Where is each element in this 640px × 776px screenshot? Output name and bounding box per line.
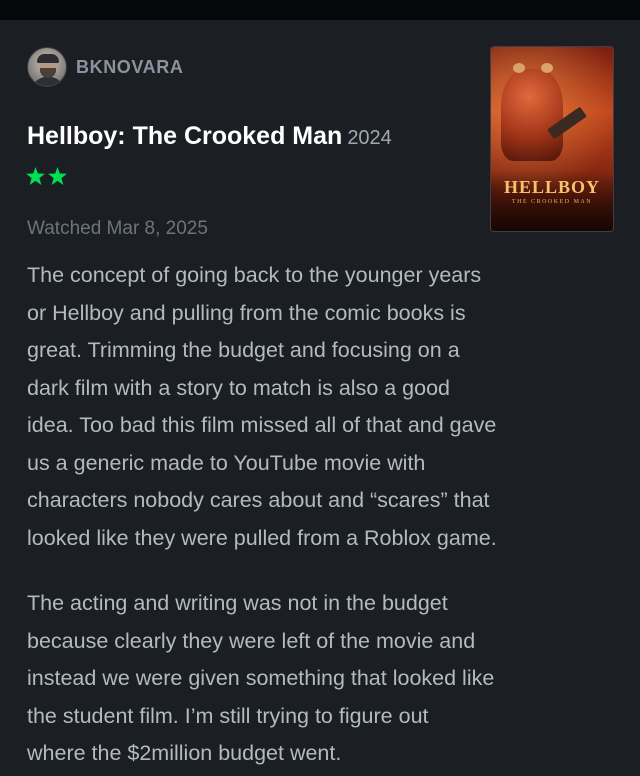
avatar[interactable] <box>27 47 67 87</box>
review-text-line: where the $2million budget went. <box>27 741 342 765</box>
film-year[interactable]: 2024 <box>347 127 392 149</box>
username[interactable]: BKNOVARA <box>76 57 183 78</box>
film-poster[interactable]: HELLBOY THE CROOKED MAN <box>490 46 614 232</box>
film-heading[interactable]: Hellboy: The Crooked Man 2024 <box>27 122 392 151</box>
poster-tagline: THE CROOKED MAN <box>511 199 593 205</box>
review-text-line: idea. Too bad this film missed all of th… <box>27 413 497 437</box>
review-paragraph-1: The concept of going back to the younger… <box>27 257 627 557</box>
review-text-line: The concept of going back to the younger… <box>27 263 482 287</box>
hellboy-figure-image <box>501 69 563 161</box>
film-title[interactable]: Hellboy: The Crooked Man <box>27 122 342 150</box>
review-text-line: looked like they were pulled from a Robl… <box>27 525 497 550</box>
review-text-line: us a generic made to YouTube movie with <box>27 450 426 475</box>
poster-logo: HELLBOY <box>503 177 601 197</box>
review-text-line: The acting and writing was not in the bu… <box>27 591 448 615</box>
review-author[interactable]: BKNOVARA <box>27 47 183 87</box>
review-text-line: the student film. I’m still trying to fi… <box>27 703 429 728</box>
review-body: The concept of going back to the younger… <box>27 257 627 773</box>
watched-date: Watched Mar 8, 2025 <box>27 218 208 239</box>
star-icon <box>26 167 45 185</box>
review-text-line: dark film with a story to match is also … <box>27 375 451 400</box>
review-text-line: great. Trimming the budget and focusing … <box>27 338 460 362</box>
review-text-line: characters nobody cares about and “scare… <box>27 488 490 512</box>
review-text-line: or Hellboy and pulling from the comic bo… <box>27 300 466 325</box>
star-rating <box>26 167 67 185</box>
review-text-line: because clearly they were left of the mo… <box>27 628 476 653</box>
star-icon <box>48 167 67 185</box>
review-text-line: instead we were given something that loo… <box>27 666 495 690</box>
top-status-bar <box>0 0 640 20</box>
review-paragraph-2: The acting and writing was not in the bu… <box>27 585 627 773</box>
